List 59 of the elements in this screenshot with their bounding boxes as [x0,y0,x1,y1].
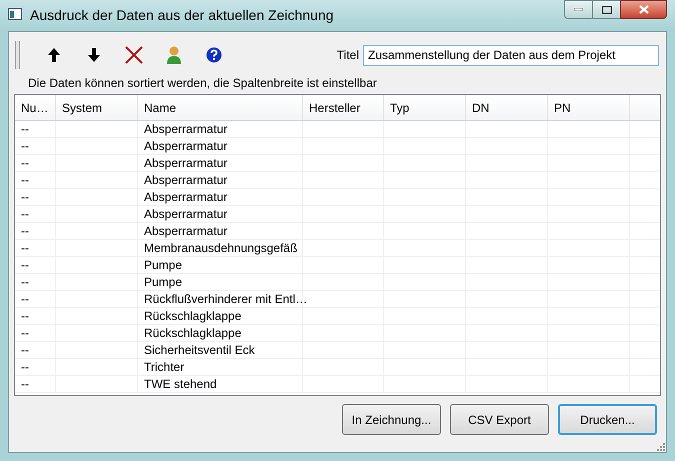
title-label: Titel [336,47,359,64]
table-cell: -- [15,206,56,222]
table-cell: -- [15,155,56,171]
table-cell: Rückschlagklappe [138,308,303,324]
table-cell: Rückschlagklappe [138,325,303,341]
minimize-icon [574,8,583,11]
table-cell: -- [15,240,56,256]
table-cell: -- [15,257,56,273]
column-header[interactable]: Hersteller [303,95,384,120]
table-cell: Absperrarmatur [138,138,303,154]
table-cell: -- [15,308,56,324]
window-title: Ausdruck der Daten aus der aktuellen Zeichnung [30,6,334,24]
table-cell: TWE stehend [138,376,303,392]
table-cell: Absperrarmatur [138,206,303,222]
table-cell: Absperrarmatur [138,155,303,171]
table-cell: -- [15,274,56,290]
column-header[interactable]: Name [138,95,303,120]
dialog-button[interactable]: Drucken... [558,404,657,435]
column-header[interactable]: Typ [384,95,466,120]
close-icon [638,5,648,14]
resize-grip-icon [656,442,665,451]
table-cell: -- [15,359,56,375]
table-cell: -- [15,121,56,137]
maximize-button[interactable] [593,0,620,19]
table-cell: Absperrarmatur [138,223,303,239]
column-header[interactable]: PN [548,95,630,120]
hint-text: Die Daten können sortiert werden, die Spaltenbreite ist einstellbar [28,76,377,90]
table-cell: Absperrarmatur [138,189,303,205]
table-cell: -- [15,291,56,307]
table-cell: -- [15,189,56,205]
arrow-up-icon [48,48,60,62]
title-field[interactable]: Zusammenstellung der Daten aus dem Projekt [363,44,659,66]
table-cell: Membranausdehnungsgefäß [138,240,303,256]
dialog-button[interactable]: CSV Export [450,404,549,435]
table-cell: Sicherheitsventil Eck [138,342,303,358]
table-cell: Trichter [138,359,303,375]
table-cell: Pumpe [138,257,303,273]
table-cell: -- [15,223,56,239]
help-icon [206,47,222,63]
close-button[interactable] [620,0,667,19]
table-cell: Absperrarmatur [138,121,303,137]
column-header[interactable]: System [56,95,138,120]
user-icon [167,46,181,64]
table-cell: -- [15,172,56,188]
app-icon [8,8,22,20]
minimize-button[interactable] [564,0,593,19]
column-header[interactable]: DN [466,95,548,120]
table-cell: -- [15,342,56,358]
arrow-down-icon [88,48,100,62]
toolbar-grip [15,41,20,69]
table-cell: Absperrarmatur [138,172,303,188]
table-cell: -- [15,138,56,154]
table-cell: Pumpe [138,274,303,290]
delete-icon [125,46,143,64]
restore-icon [602,6,612,14]
column-header[interactable]: Nu… [15,95,56,120]
dialog-button[interactable]: In Zeichnung... [342,404,441,435]
table-cell: -- [15,325,56,341]
table-cell: -- [15,376,56,392]
